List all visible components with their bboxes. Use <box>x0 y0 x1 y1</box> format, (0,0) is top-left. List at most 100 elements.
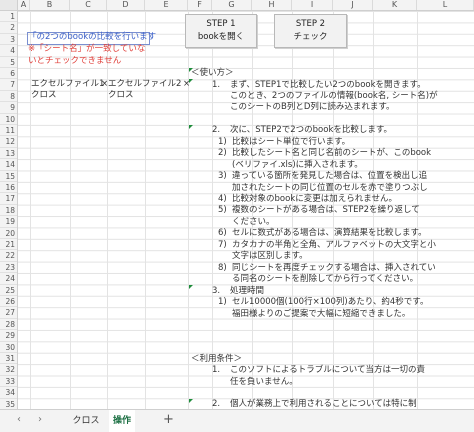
row-header[interactable]: 4 <box>0 45 17 57</box>
row-header[interactable]: 32 <box>0 364 17 376</box>
sheet-tab-operation[interactable]: 操作 <box>109 410 135 432</box>
file2-value[interactable]: クロス <box>108 90 134 101</box>
row-header[interactable]: 24 <box>0 273 17 285</box>
row-header[interactable]: 2 <box>0 22 17 34</box>
step1-detail-2: このシートのB列とD列に読み込まれます。 <box>230 102 395 112</box>
item5-text-2: ください。 <box>232 216 275 227</box>
row-header[interactable]: 6 <box>0 68 17 80</box>
column-header-f[interactable]: F <box>188 0 212 10</box>
row-header[interactable]: 33 <box>0 376 17 388</box>
step1-open-book-button[interactable]: STEP 1 bookを開く <box>185 14 257 48</box>
row-header[interactable]: 34 <box>0 387 17 399</box>
column-header-d[interactable]: D <box>107 0 145 10</box>
row-header[interactable]: 14 <box>0 159 17 171</box>
column-header-i[interactable]: I <box>292 0 333 10</box>
row-header[interactable]: 31 <box>0 353 17 365</box>
timing1-number: 1) <box>218 297 227 307</box>
step1-detail-1: このとき、2つのファイルの情報(book名, シート名)が <box>230 91 438 101</box>
comment-indicator[interactable] <box>189 399 193 403</box>
step2-check-button[interactable]: STEP 2 チェック <box>274 14 347 48</box>
row-header[interactable]: 7 <box>0 79 17 91</box>
step1-button-line2: bookを開く <box>197 32 245 42</box>
step1-number: 1. <box>212 79 221 90</box>
item1-text: 比較はシート単位で行います。 <box>232 136 351 147</box>
item2-text-2: (ベリファイ.xls)に挿入されます。 <box>232 159 363 170</box>
column-header-j[interactable]: J <box>333 0 373 10</box>
row-header[interactable]: 19 <box>0 216 17 228</box>
row-header[interactable]: 29 <box>0 330 17 342</box>
row-header[interactable]: 3 <box>0 34 17 46</box>
row-header[interactable]: 17 <box>0 193 17 205</box>
select-all-corner[interactable] <box>0 0 18 10</box>
row-header[interactable]: 11 <box>0 125 17 137</box>
row-header[interactable]: 30 <box>0 342 17 353</box>
add-sheet-icon[interactable]: + <box>163 412 174 427</box>
step2-button-line2: チェック <box>293 32 328 42</box>
comment-indicator[interactable] <box>189 79 193 83</box>
row-header-bar: 1 2 3 4 5 6 7 8 9 10 11 12 13 14 15 16 1… <box>0 11 18 410</box>
file1-overflow-mark: × <box>101 79 109 89</box>
compare-note: 「の2つのbookの比較を行います <box>28 32 157 42</box>
row-header[interactable]: 20 <box>0 228 17 239</box>
item2-number: 2) <box>218 148 227 158</box>
step3-number: 3. <box>212 285 221 296</box>
step2-number: 2. <box>212 125 221 135</box>
column-header-bar: A B C D E F G H I J K L <box>0 0 474 11</box>
row-header[interactable]: 8 <box>0 91 17 103</box>
row-header[interactable]: 15 <box>0 171 17 182</box>
row-header[interactable]: 22 <box>0 250 17 262</box>
comment-indicator[interactable] <box>189 285 193 289</box>
row-header[interactable]: 5 <box>0 57 17 68</box>
next-sheet-arrow-icon[interactable]: › <box>38 414 42 425</box>
item7-text-2: 文字は区別します。 <box>232 251 308 261</box>
terms1-text-2: 任を負いません。 <box>230 376 298 387</box>
column-header-e[interactable]: E <box>145 0 188 10</box>
row-header[interactable]: 26 <box>0 296 17 308</box>
sheet-name-warning-line1: ※「シート名」が一致していな <box>28 44 146 54</box>
row-header[interactable]: 13 <box>0 148 17 160</box>
item8-number: 8) <box>218 262 227 273</box>
sheet-name-warning-line2: いとチェックできません <box>28 55 122 66</box>
column-header-h[interactable]: H <box>252 0 292 10</box>
file1-value[interactable]: クロス <box>31 90 57 101</box>
item5-number: 5) <box>218 205 227 215</box>
timing1-text-1: セル10000個(100行×100列)あたり、約4秒です。 <box>232 297 429 307</box>
row-header[interactable]: 16 <box>0 182 17 194</box>
step2-button-line1: STEP 2 <box>295 19 326 29</box>
column-header-l[interactable]: L <box>417 0 474 10</box>
step3-text: 処理時間 <box>230 285 265 296</box>
column-header-a[interactable]: A <box>18 0 30 10</box>
prev-sheet-arrow-icon[interactable]: ‹ <box>17 414 21 425</box>
file2-label: エクセルファイル2 <box>108 79 182 89</box>
row-header[interactable]: 25 <box>0 285 17 296</box>
item4-number: 4) <box>218 194 227 204</box>
item8-text-2: る同名のシートを削除してから行ってください。 <box>232 274 419 284</box>
column-header-k[interactable]: K <box>373 0 417 10</box>
item3-text-2: 加されたシートの同じ位置のセルを赤で塗りつぶし <box>232 182 428 193</box>
item6-number: 6) <box>218 228 227 238</box>
item1-number: 1) <box>218 136 227 147</box>
column-header-g[interactable]: G <box>212 0 252 10</box>
sheet-tab-cross[interactable]: クロス <box>63 410 109 432</box>
column-header-c[interactable]: C <box>70 0 107 10</box>
item2-text-1: 比較したシート名と同じ名前のシートが、このbook <box>232 148 432 158</box>
timing1-text-2: 福田様よりのご提案で大幅に短縮できました。 <box>232 308 411 319</box>
row-header[interactable]: 21 <box>0 239 17 251</box>
step1-text: まず、STEP1で比較したい2つのbookを開きます。 <box>230 79 426 90</box>
row-header[interactable]: 9 <box>0 102 17 114</box>
row-header[interactable]: 1 <box>0 11 17 23</box>
row-header[interactable]: 27 <box>0 307 17 319</box>
row-header[interactable]: 12 <box>0 136 17 148</box>
terms1-number: 1. <box>212 365 221 375</box>
usage-heading: ＜使い方＞ <box>191 68 234 78</box>
item3-text-1: 違っている箇所を発見した場合は、位置を検出し追 <box>232 171 428 181</box>
row-header[interactable]: 23 <box>0 262 17 274</box>
row-header[interactable]: 18 <box>0 205 17 217</box>
item8-text-1: 同じシートを再度チェックする場合は、挿入されてい <box>232 262 436 273</box>
column-header-b[interactable]: B <box>30 0 70 10</box>
item7-text-1: カタカナの半角と全角、アルファベットの大文字と小 <box>232 239 436 250</box>
row-header[interactable]: 10 <box>0 114 17 125</box>
comment-indicator[interactable] <box>189 125 193 129</box>
row-header[interactable]: 28 <box>0 319 17 331</box>
sheet-tab-bar: ‹ › クロス 操作 + <box>0 409 474 432</box>
